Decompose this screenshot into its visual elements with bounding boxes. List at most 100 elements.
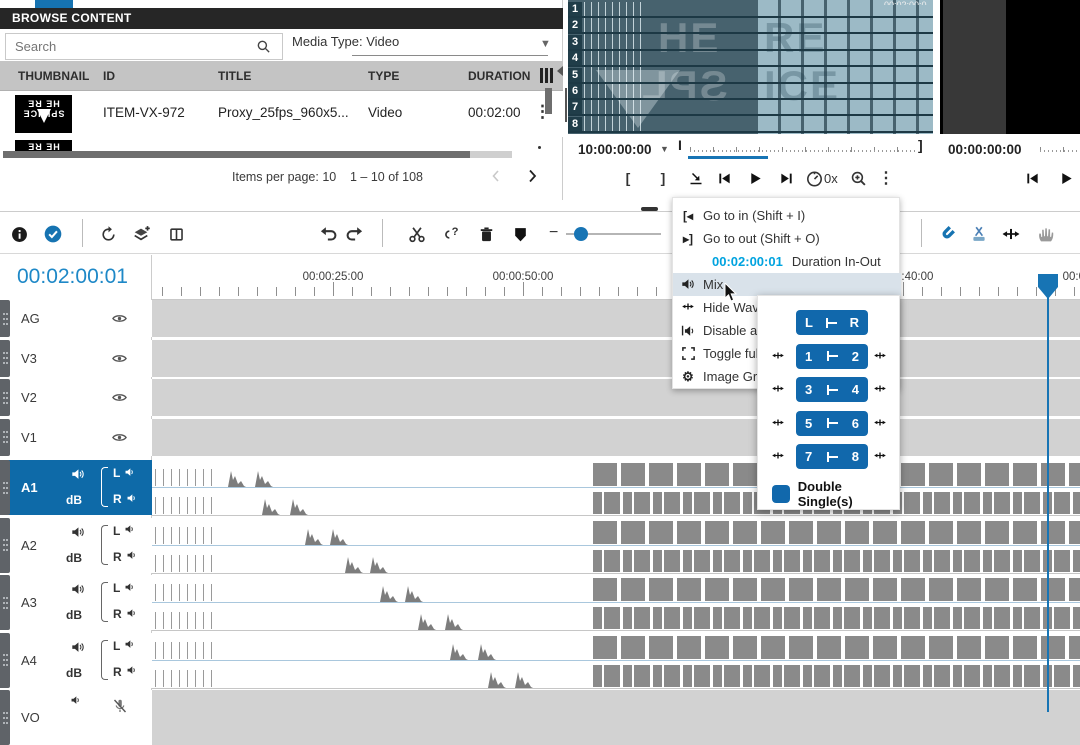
waveform-icon[interactable] bbox=[872, 384, 888, 396]
mark-out-button[interactable]: ] bbox=[651, 166, 675, 190]
mute-speaker-icon[interactable] bbox=[70, 526, 86, 540]
magnet-button[interactable] bbox=[934, 221, 960, 247]
waveform-icon[interactable] bbox=[770, 451, 786, 463]
play-button[interactable] bbox=[1054, 166, 1078, 190]
video-track-lane[interactable] bbox=[152, 379, 1080, 416]
column-header[interactable]: TITLE bbox=[218, 69, 251, 83]
audio-strip-a2-l[interactable] bbox=[152, 518, 1080, 546]
layers-plus-button[interactable] bbox=[128, 221, 154, 247]
collapse-panel-icon[interactable] bbox=[557, 66, 563, 76]
track-header-a1[interactable]: A1dBLR bbox=[0, 460, 152, 515]
mix-pair-button[interactable]: LR bbox=[796, 310, 868, 335]
table-row[interactable]: HE RE SPL ICE ITEM-VX-972 Proxy_25fps_96… bbox=[0, 91, 563, 137]
items-per-page-value[interactable]: 10 bbox=[322, 170, 336, 184]
mix-pair-button[interactable]: 34 bbox=[796, 377, 868, 402]
track-drag-handle[interactable] bbox=[0, 575, 10, 630]
player-more-button[interactable]: ⋮ bbox=[874, 166, 898, 190]
mix-pair-button[interactable]: 78 bbox=[796, 444, 868, 469]
video-track-lane[interactable] bbox=[152, 300, 1080, 337]
column-header[interactable]: THUMBNAIL bbox=[18, 69, 89, 83]
track-drag-handle[interactable] bbox=[0, 340, 10, 377]
channel-r-speaker[interactable]: R bbox=[113, 607, 138, 621]
audio-strip-a3-r[interactable] bbox=[152, 603, 1080, 631]
video-preview-empty[interactable] bbox=[940, 0, 1080, 134]
scissors-button[interactable] bbox=[404, 221, 430, 247]
visibility-eye-icon[interactable] bbox=[110, 311, 129, 326]
channel-l-speaker[interactable]: L bbox=[113, 639, 136, 653]
track-drag-handle[interactable] bbox=[0, 300, 10, 337]
marker-button[interactable] bbox=[507, 221, 533, 247]
track-header-a2[interactable]: A2dBLR bbox=[0, 518, 152, 573]
db-button[interactable]: dB bbox=[66, 666, 82, 680]
horizontal-scrollbar[interactable] bbox=[3, 151, 512, 158]
media-type-value[interactable]: Video bbox=[366, 34, 399, 49]
panel-tab[interactable] bbox=[35, 0, 73, 8]
mix-pair-button[interactable]: 12 bbox=[796, 344, 868, 369]
audio-strip-a1-r[interactable] bbox=[152, 488, 1080, 516]
visibility-eye-icon[interactable] bbox=[110, 430, 129, 445]
db-button[interactable]: dB bbox=[66, 551, 82, 565]
waveform-icon[interactable] bbox=[872, 351, 888, 363]
video-track-lane[interactable] bbox=[152, 340, 1080, 377]
play-button[interactable] bbox=[743, 166, 767, 190]
track-header-vo[interactable]: VO bbox=[0, 690, 152, 745]
unlink-button[interactable]: ? bbox=[438, 221, 464, 247]
double-singles-option[interactable]: Double Single(s) bbox=[772, 479, 899, 509]
mute-speaker-icon[interactable] bbox=[70, 696, 82, 707]
db-button[interactable]: dB bbox=[66, 493, 82, 507]
next-page-button[interactable] bbox=[524, 168, 540, 184]
channel-r-speaker[interactable]: R bbox=[113, 665, 138, 679]
column-header[interactable]: DURATION bbox=[468, 69, 530, 83]
send-to-timeline-button[interactable] bbox=[684, 166, 708, 190]
timeline-current-timecode[interactable]: 00:02:00:01 bbox=[17, 265, 128, 289]
visibility-eye-icon[interactable] bbox=[110, 351, 129, 366]
check-button[interactable] bbox=[40, 221, 66, 247]
channel-l-speaker[interactable]: L bbox=[113, 581, 136, 595]
menu-item-mix[interactable]: Mix bbox=[673, 273, 901, 296]
waveform-icon[interactable] bbox=[770, 418, 786, 430]
column-header[interactable]: ID bbox=[103, 69, 115, 83]
track-drag-handle[interactable] bbox=[0, 633, 10, 688]
search-box[interactable] bbox=[5, 33, 283, 60]
menu-item-duration-in-out[interactable]: 00:02:00:01Duration In-Out bbox=[673, 250, 901, 273]
zoom-in-button[interactable] bbox=[846, 166, 870, 190]
audio-strip-a2-r[interactable] bbox=[152, 546, 1080, 574]
video-preview[interactable]: HE RE SPL ICE 00:02:00:0 12345678 bbox=[568, 0, 933, 134]
waveform-icon[interactable] bbox=[770, 351, 786, 363]
row-thumbnail[interactable]: HE RE SPL ICE bbox=[15, 95, 72, 133]
prev-page-button[interactable] bbox=[488, 168, 504, 184]
mix-pair-button[interactable]: 56 bbox=[796, 411, 868, 436]
trim-button[interactable] bbox=[998, 221, 1024, 247]
track-drag-handle[interactable] bbox=[0, 690, 10, 745]
book-button[interactable] bbox=[163, 221, 189, 247]
channel-r-speaker[interactable]: R bbox=[113, 550, 138, 564]
track-header-v3[interactable]: V3 bbox=[0, 340, 152, 377]
undo-button[interactable] bbox=[316, 221, 342, 247]
trash-button[interactable] bbox=[473, 221, 499, 247]
track-drag-handle[interactable] bbox=[0, 518, 10, 573]
prev-frame-button[interactable] bbox=[712, 166, 736, 190]
checkbox[interactable] bbox=[772, 485, 790, 503]
track-header-ag[interactable]: AG bbox=[0, 300, 152, 337]
track-header-a4[interactable]: A4dBLR bbox=[0, 633, 152, 688]
splitter-handle[interactable] bbox=[565, 88, 567, 122]
timeline-zoom-slider[interactable] bbox=[566, 233, 661, 235]
audio-strip-a1-l[interactable] bbox=[152, 460, 1080, 488]
speed-gauge-icon[interactable] bbox=[802, 166, 826, 190]
timecode-chevron-icon[interactable]: ▼ bbox=[660, 144, 669, 154]
vo-track-lane[interactable] bbox=[152, 690, 1080, 745]
playhead-line[interactable] bbox=[1047, 282, 1049, 712]
track-drag-handle[interactable] bbox=[0, 460, 10, 515]
hand-button[interactable] bbox=[1032, 221, 1058, 247]
waveform-icon[interactable] bbox=[872, 418, 888, 430]
mute-speaker-icon[interactable] bbox=[70, 583, 86, 597]
track-drag-handle[interactable] bbox=[0, 419, 10, 456]
slider-knob[interactable] bbox=[574, 227, 588, 241]
track-header-v2[interactable]: V2 bbox=[0, 379, 152, 416]
player-timecode[interactable]: 10:00:00:00 bbox=[578, 142, 652, 157]
zoom-out-minus[interactable]: − bbox=[549, 224, 558, 242]
menu-item-go-to-in-shift-i[interactable]: [◂Go to in (Shift + I) bbox=[673, 204, 901, 227]
player-timecode[interactable]: 00:00:00:00 bbox=[948, 142, 1022, 157]
playhead-marker[interactable] bbox=[1037, 273, 1059, 300]
mute-speaker-icon[interactable] bbox=[70, 468, 86, 482]
